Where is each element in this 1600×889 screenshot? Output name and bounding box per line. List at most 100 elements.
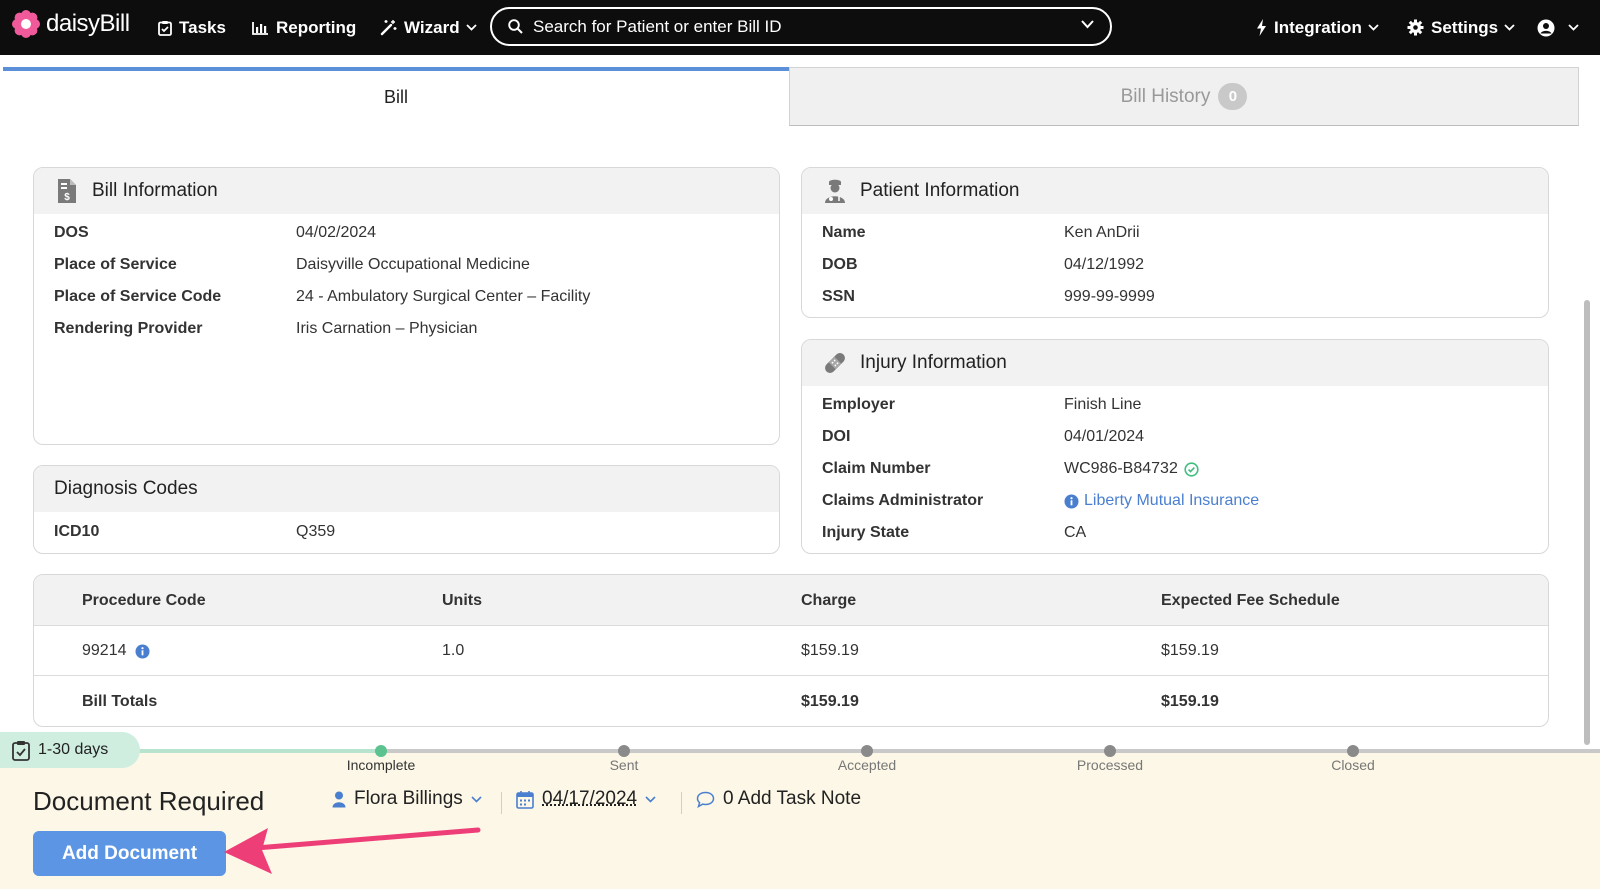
- step-sent-label: Sent: [609, 757, 639, 773]
- invoice-dollar-icon: $: [54, 178, 80, 204]
- dob-label: DOB: [822, 256, 858, 273]
- total-charge: $159.19: [801, 693, 859, 710]
- tab-bill-history-label: Bill History: [1120, 86, 1211, 107]
- top-navbar: daisyBill Tasks Reporting Wizard Search …: [0, 0, 1600, 55]
- place-of-service-label: Place of Service: [54, 256, 177, 273]
- table-row: 99214 1.0 $159.19 $159.19: [34, 626, 1548, 676]
- chevron-down-icon: [645, 795, 656, 803]
- add-task-note-text: 0 Add Task Note: [723, 788, 862, 809]
- assignee-dropdown[interactable]: Flora Billings: [332, 788, 482, 810]
- units-cell: 1.0: [442, 642, 465, 659]
- ssn-value: 999-99-9999: [1064, 288, 1155, 305]
- column-header-expected-fee: Expected Fee Schedule: [1161, 592, 1340, 609]
- bill-information-title: Bill Information: [92, 180, 218, 201]
- tab-bill-history[interactable]: Bill History 0: [789, 67, 1579, 126]
- age-days-text: 1-30 days: [38, 741, 109, 758]
- user-icon: [332, 791, 346, 808]
- patient-information-title: Patient Information: [860, 180, 1020, 201]
- claim-number-label: Claim Number: [822, 460, 931, 477]
- nav-tasks-label: Tasks: [179, 17, 226, 37]
- nav-tasks[interactable]: Tasks: [158, 0, 226, 55]
- chevron-down-icon: [1368, 24, 1379, 31]
- nav-reporting-label: Reporting: [276, 17, 357, 37]
- claims-administrator-link[interactable]: Liberty Mutual Insurance: [1064, 492, 1259, 510]
- total-expected-fee: $159.19: [1161, 693, 1219, 710]
- patient-information-card: Patient Information Name Ken AnDrii DOB …: [801, 167, 1549, 318]
- step-accepted-dot: [861, 745, 873, 757]
- step-processed-dot: [1104, 745, 1116, 757]
- column-header-units: Units: [442, 592, 482, 609]
- logo[interactable]: daisyBill: [12, 10, 130, 38]
- bar-chart-icon: [252, 21, 269, 35]
- clipboard-check-icon: [12, 740, 30, 761]
- step-closed-dot: [1347, 745, 1359, 757]
- divider: [681, 792, 682, 814]
- injury-state-value: CA: [1064, 524, 1087, 541]
- history-count-badge: 0: [1218, 83, 1248, 111]
- calendar-icon: [516, 790, 534, 809]
- bill-information-header: $ Bill Information: [34, 168, 779, 214]
- nav-wizard[interactable]: Wizard: [380, 0, 477, 55]
- info-icon[interactable]: [135, 644, 150, 659]
- gear-icon: [1407, 19, 1424, 36]
- patient-name-value: Ken AnDrii: [1064, 224, 1140, 241]
- user-menu[interactable]: [1537, 0, 1579, 55]
- bill-totals-label: Bill Totals: [82, 693, 158, 710]
- annotation-arrow-icon: [224, 827, 481, 874]
- due-date-picker[interactable]: 04/17/2024: [516, 788, 656, 810]
- chevron-down-icon: [465, 24, 477, 31]
- nav-reporting[interactable]: Reporting: [252, 0, 356, 55]
- dos-label: DOS: [54, 224, 89, 241]
- tab-bill[interactable]: Bill: [3, 67, 789, 126]
- patient-icon: [822, 178, 848, 204]
- dob-value: 04/12/1992: [1064, 256, 1145, 273]
- nav-settings[interactable]: Settings: [1407, 0, 1515, 55]
- diagnosis-codes-header: Diagnosis Codes: [34, 466, 779, 512]
- nav-integration-label: Integration: [1274, 17, 1362, 37]
- bill-totals-row: Bill Totals $159.19 $159.19: [34, 677, 1548, 726]
- lightning-bolt-icon: [1256, 19, 1267, 36]
- step-processed-label: Processed: [1076, 757, 1144, 773]
- claim-number-value: WC986-B84732: [1064, 460, 1199, 478]
- place-of-service-code-label: Place of Service Code: [54, 288, 222, 305]
- magic-wand-icon: [380, 19, 397, 36]
- patient-information-header: Patient Information: [802, 168, 1548, 214]
- patient-name-label: Name: [822, 224, 866, 241]
- employer-label: Employer: [822, 396, 895, 413]
- search-input[interactable]: Search for Patient or enter Bill ID: [490, 7, 1112, 46]
- column-header-charge: Charge: [801, 592, 857, 609]
- injury-information-card: Injury Information Employer Finish Line …: [801, 339, 1549, 554]
- svg-text:$: $: [64, 192, 70, 203]
- chevron-down-icon[interactable]: [1081, 20, 1094, 29]
- step-accepted-label: Accepted: [837, 757, 897, 773]
- table-header-row: Procedure Code Units Charge Expected Fee…: [34, 575, 1548, 626]
- claim-number-text: WC986-B84732: [1064, 460, 1178, 477]
- claims-administrator-label: Claims Administrator: [822, 492, 984, 509]
- procedure-code-value: 99214: [82, 642, 127, 659]
- logo-text: daisyBill: [46, 10, 130, 37]
- nav-settings-label: Settings: [1431, 17, 1499, 37]
- diagnosis-codes-card: Diagnosis Codes ICD10 Q359: [33, 465, 780, 554]
- tab-bill-label: Bill: [383, 87, 408, 107]
- nav-wizard-label: Wizard: [404, 17, 460, 37]
- icd10-label: ICD10: [54, 523, 100, 540]
- claims-administrator-text: Liberty Mutual Insurance: [1084, 492, 1260, 509]
- icd10-value: Q359: [296, 523, 336, 540]
- dos-value: 04/02/2024: [296, 224, 377, 241]
- bill-information-card: $ Bill Information DOS 04/02/2024 Place …: [33, 167, 780, 445]
- age-days-pill: 1-30 days: [0, 732, 140, 768]
- rendering-provider-label: Rendering Provider: [54, 320, 203, 337]
- nav-integration[interactable]: Integration: [1256, 0, 1379, 55]
- rendering-provider-value: Iris Carnation – Physician: [296, 320, 478, 337]
- chevron-down-icon: [471, 795, 482, 803]
- divider: [501, 792, 502, 814]
- procedure-code-cell: 99214: [82, 626, 150, 676]
- add-document-button[interactable]: Add Document: [33, 831, 226, 876]
- chevron-down-icon: [1504, 24, 1515, 31]
- step-incomplete-label: Incomplete: [346, 757, 416, 773]
- doi-label: DOI: [822, 428, 851, 445]
- add-task-note-link[interactable]: 0 Add Task Note: [696, 788, 861, 810]
- step-incomplete-check-icon: [375, 745, 387, 757]
- vertical-scrollbar[interactable]: [1584, 300, 1590, 745]
- charge-cell: $159.19: [801, 642, 859, 659]
